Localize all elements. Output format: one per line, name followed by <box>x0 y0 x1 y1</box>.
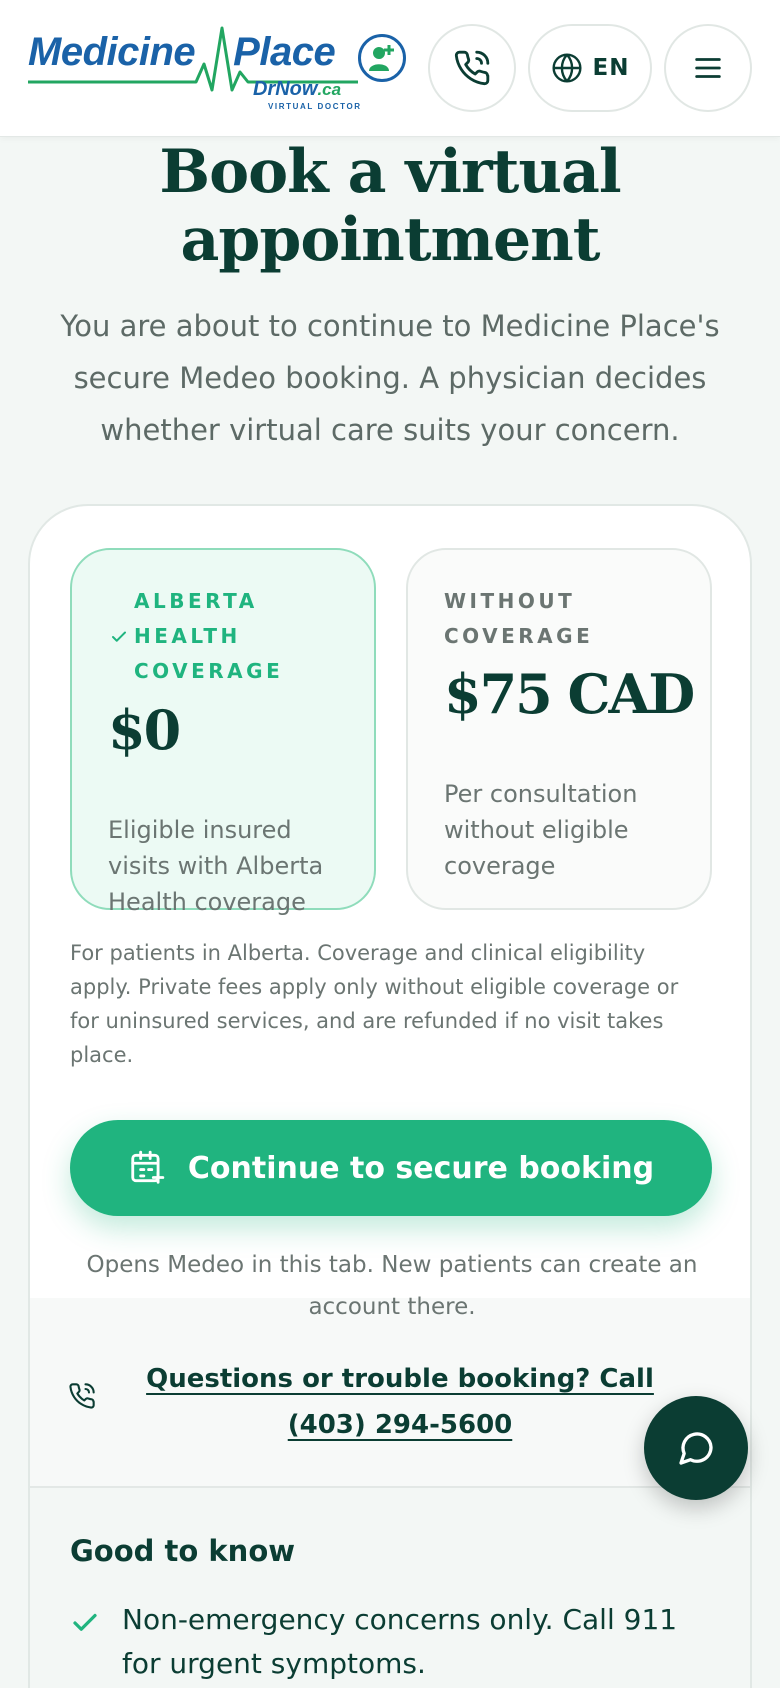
uncovered-price: $75 CAD <box>444 662 695 726</box>
language-selector[interactable]: EN <box>528 24 652 112</box>
call-help-link[interactable]: Questions or trouble booking? Call (403)… <box>130 1356 670 1448</box>
good-to-know-item: Non-emergency concerns only. Call 911 fo… <box>122 1603 678 1680</box>
covered-price: $0 <box>108 698 181 762</box>
doctor-plus-icon <box>358 34 406 82</box>
checkmark-icon <box>73 1613 97 1631</box>
continue-booking-label: Continue to secure booking <box>187 1150 655 1186</box>
medicine-place-logo[interactable]: Medicine Place DrNow.ca VIRTUAL DOCTOR <box>28 24 406 112</box>
calendar-plus-icon <box>131 1150 165 1184</box>
call-button[interactable] <box>428 24 516 112</box>
language-label: EN <box>592 55 630 81</box>
page-title: Book a virtual appointment <box>159 137 621 275</box>
coverage-fine-print: For patients in Alberta. Coverage and cl… <box>70 941 679 1067</box>
good-to-know-title: Good to know <box>70 1534 296 1568</box>
no-coverage-label: WITHOUT COVERAGE <box>444 589 594 648</box>
covered-description: Eligible insured visits with Alberta Hea… <box>108 816 324 916</box>
heartbeat-line-icon <box>28 26 358 92</box>
booking-card: ALBERTA HEALTH COVERAGE $0 Eligible insu… <box>28 504 752 1688</box>
phone-icon <box>69 1383 95 1409</box>
chat-bubble-icon <box>679 1432 713 1465</box>
chat-button[interactable] <box>644 1396 748 1500</box>
logo-tagline: VIRTUAL DOCTOR <box>268 102 362 111</box>
checkmark-icon <box>112 631 126 642</box>
menu-button[interactable] <box>664 24 752 112</box>
globe-icon <box>551 53 582 83</box>
page-subtitle: You are about to continue to Medicine Pl… <box>60 309 720 447</box>
phone-icon <box>454 50 490 86</box>
price-card-uncovered: WITHOUT COVERAGE $75 CAD Per consultatio… <box>406 548 712 910</box>
uncovered-description: Per consultation without eligible covera… <box>444 780 638 880</box>
continue-booking-button[interactable]: Continue to secure booking <box>70 1120 712 1216</box>
hamburger-menu-icon <box>695 58 721 78</box>
coverage-label: ALBERTA HEALTH COVERAGE <box>134 589 284 683</box>
logo-drnow: DrNow.ca <box>253 78 342 100</box>
site-header: Medicine Place DrNow.ca VIRTUAL DOCTOR EN <box>0 0 780 137</box>
booking-note: Opens Medeo in this tab. New patients ca… <box>86 1252 698 1320</box>
price-card-covered: ALBERTA HEALTH COVERAGE $0 Eligible insu… <box>70 548 376 916</box>
